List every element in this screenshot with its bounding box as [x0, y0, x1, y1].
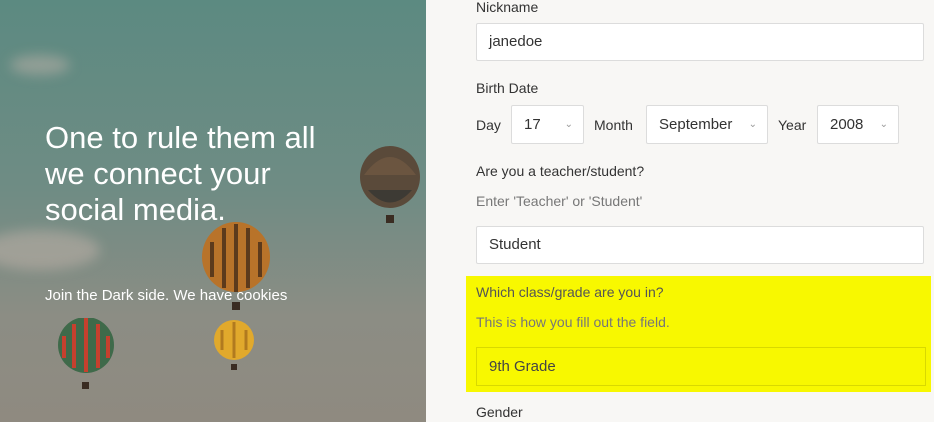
nickname-input[interactable]: janedoe [476, 23, 924, 61]
month-select-value: September [659, 116, 733, 133]
year-select[interactable]: 2008 ⌄ [817, 105, 899, 144]
hero-subline: Join the Dark side. We have cookies [45, 287, 288, 304]
nickname-label: Nickname [476, 0, 539, 15]
grade-input[interactable]: 9th Grade [476, 347, 926, 386]
role-hint: Enter 'Teacher' or 'Student' [476, 193, 643, 209]
grade-label: Which class/grade are you in? [476, 284, 664, 300]
month-label: Month [594, 117, 633, 133]
year-label: Year [778, 117, 807, 133]
hot-air-balloon-image [360, 146, 420, 223]
role-input[interactable]: Student [476, 226, 924, 264]
role-label: Are you a teacher/student? [476, 163, 645, 179]
chevron-down-icon: ⌄ [564, 119, 573, 130]
hot-air-balloon-image [214, 320, 254, 370]
chevron-down-icon: ⌄ [748, 119, 757, 130]
year-select-value: 2008 [830, 116, 864, 133]
gender-label: Gender [476, 404, 523, 420]
cloud [0, 230, 100, 270]
day-select[interactable]: 17 ⌄ [511, 105, 584, 144]
chevron-down-icon: ⌄ [879, 119, 888, 130]
hero-panel: One to rule them all we connect your soc… [0, 0, 426, 422]
grade-hint: This is how you fill out the field. [476, 314, 670, 330]
day-label: Day [476, 117, 501, 133]
birth-date-label: Birth Date [476, 80, 539, 96]
hot-air-balloon-image [58, 318, 114, 389]
month-select[interactable]: September ⌄ [646, 105, 768, 144]
hero-headline: One to rule them all we connect your soc… [45, 120, 316, 227]
day-select-value: 17 [524, 116, 541, 133]
cloud [10, 55, 70, 75]
